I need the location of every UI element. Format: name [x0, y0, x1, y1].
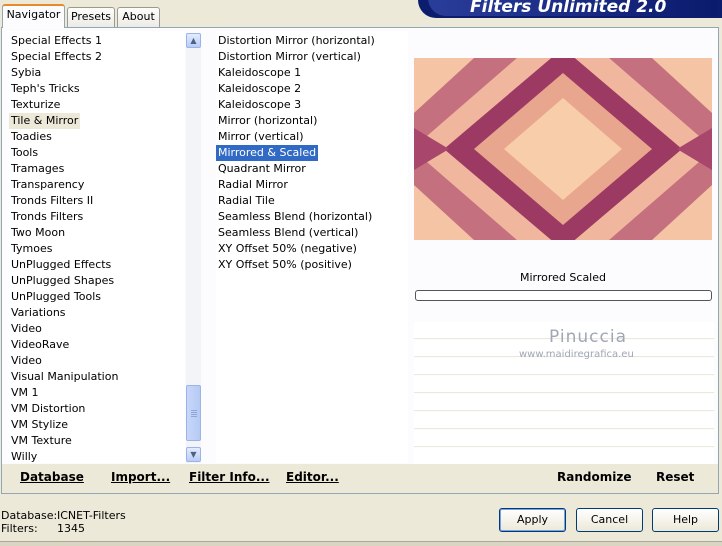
filter-list-item[interactable]: Radial Tile — [216, 193, 277, 209]
filter-list-item[interactable]: Kaleidoscope 2 — [216, 81, 303, 97]
param-row — [414, 358, 714, 375]
banner-title: Filters Unlimited 2.0 — [470, 0, 667, 17]
category-list-item[interactable]: Toadies — [9, 129, 54, 145]
tab-about[interactable]: About — [117, 7, 160, 27]
category-list-item[interactable]: Tronds Filters — [9, 209, 85, 225]
category-list-item[interactable]: Tramages — [9, 161, 66, 177]
category-list-item[interactable]: Tronds Filters II — [9, 193, 95, 209]
filter-list-item[interactable]: Distortion Mirror (vertical) — [216, 49, 363, 65]
category-list-item[interactable]: VM Distortion — [9, 401, 87, 417]
app-banner: Filters Unlimited 2.0 — [418, 0, 722, 18]
category-list-item[interactable]: VideoRave — [9, 337, 71, 353]
category-list-item[interactable]: UnPlugged Shapes — [9, 273, 116, 289]
filter-list-item[interactable]: Mirror (vertical) — [216, 129, 306, 145]
tab-navigator[interactable]: Navigator — [2, 4, 65, 28]
progress-bar — [415, 290, 712, 301]
param-row — [414, 430, 714, 447]
param-row — [414, 376, 714, 393]
reset-button[interactable]: Reset — [656, 470, 694, 484]
category-list-item[interactable]: Tools — [9, 145, 40, 161]
category-list-item[interactable]: Teph's Tricks — [9, 81, 82, 97]
cancel-button[interactable]: Cancel — [576, 508, 643, 532]
filters-count: 1345 — [57, 522, 85, 535]
database-value: ICNET-Filters — [57, 509, 126, 522]
randomize-button[interactable]: Randomize — [557, 470, 631, 484]
category-list-item[interactable]: Special Effects 1 — [9, 33, 104, 49]
category-list-item[interactable]: Tymoes — [9, 241, 54, 257]
category-list-item[interactable]: VM 1 — [9, 385, 41, 401]
category-list-item[interactable]: VM Texture — [9, 433, 74, 449]
category-list-item[interactable]: Texturize — [9, 97, 62, 113]
database-label: Database: — [1, 509, 58, 522]
import-button[interactable]: Import... — [111, 470, 170, 484]
category-list-item[interactable]: Video — [9, 321, 44, 337]
category-list-item[interactable]: Video — [9, 353, 44, 369]
param-row — [414, 394, 714, 411]
filter-list-item[interactable]: Kaleidoscope 3 — [216, 97, 303, 113]
category-list[interactable]: Special Effects 1 Special Effects 2 Sybia T… — [9, 31, 185, 463]
editor-button[interactable]: Editor... — [286, 470, 339, 484]
tab-presets[interactable]: Presets — [67, 7, 115, 27]
param-row — [414, 412, 714, 429]
filter-list-item[interactable]: Quadrant Mirror — [216, 161, 308, 177]
category-list-item[interactable]: Special Effects 2 — [9, 49, 104, 65]
category-list-item[interactable]: Transparency — [9, 177, 86, 193]
category-scrollbar[interactable]: ▲ ▼ — [186, 33, 201, 463]
scroll-up-button[interactable]: ▲ — [186, 33, 201, 48]
scroll-down-button[interactable]: ▼ — [186, 447, 201, 462]
tab-label: Navigator — [6, 8, 61, 21]
watermark-url: www.maidiregrafica.eu — [519, 349, 634, 360]
filter-info-button[interactable]: Filter Info... — [189, 470, 270, 484]
scroll-thumb[interactable] — [186, 385, 201, 441]
apply-button[interactable]: Apply — [499, 508, 566, 532]
category-list-item[interactable]: Tile & Mirror — [9, 113, 81, 129]
filter-list-item[interactable]: XY Offset 50% (negative) — [216, 241, 359, 257]
filters-label: Filters: — [1, 522, 38, 535]
chevron-up-icon: ▲ — [190, 36, 197, 45]
chevron-down-icon: ▼ — [190, 450, 197, 459]
tab-label: Presets — [70, 10, 112, 23]
filter-list-item[interactable]: Seamless Blend (horizontal) — [216, 209, 374, 225]
param-row — [414, 448, 714, 465]
help-button[interactable]: Help — [652, 508, 719, 532]
preview-filter-name: Mirrored Scaled — [520, 271, 606, 284]
filter-list-item[interactable]: Radial Mirror — [216, 177, 290, 193]
category-list-item[interactable]: VM Stylize — [9, 417, 70, 433]
category-list-item[interactable]: Visual Manipulation — [9, 369, 120, 385]
category-list-item[interactable]: Variations — [9, 305, 68, 321]
filter-list-item[interactable]: Mirrored & Scaled — [216, 145, 319, 161]
category-list-item[interactable]: Two Moon — [9, 225, 67, 241]
category-list-item[interactable]: Willy — [9, 449, 39, 463]
bottom-edge — [0, 541, 722, 546]
filter-list-item[interactable]: Distortion Mirror (horizontal) — [216, 33, 377, 49]
database-button[interactable]: Database — [20, 470, 84, 484]
filter-list-item[interactable]: XY Offset 50% (positive) — [216, 257, 354, 273]
category-list-item[interactable]: Sybia — [9, 65, 43, 81]
filter-list-item[interactable]: Mirror (horizontal) — [216, 113, 319, 129]
tab-label: About — [122, 10, 155, 23]
preview-image — [414, 58, 712, 240]
filter-list-item[interactable]: Seamless Blend (vertical) — [216, 225, 360, 241]
watermark-name: Pinuccia — [549, 327, 627, 347]
category-list-item[interactable]: UnPlugged Effects — [9, 257, 113, 273]
filter-list[interactable]: Distortion Mirror (horizontal) Distortion… — [216, 31, 408, 463]
filter-list-item[interactable]: Kaleidoscope 1 — [216, 65, 303, 81]
category-list-item[interactable]: UnPlugged Tools — [9, 289, 103, 305]
